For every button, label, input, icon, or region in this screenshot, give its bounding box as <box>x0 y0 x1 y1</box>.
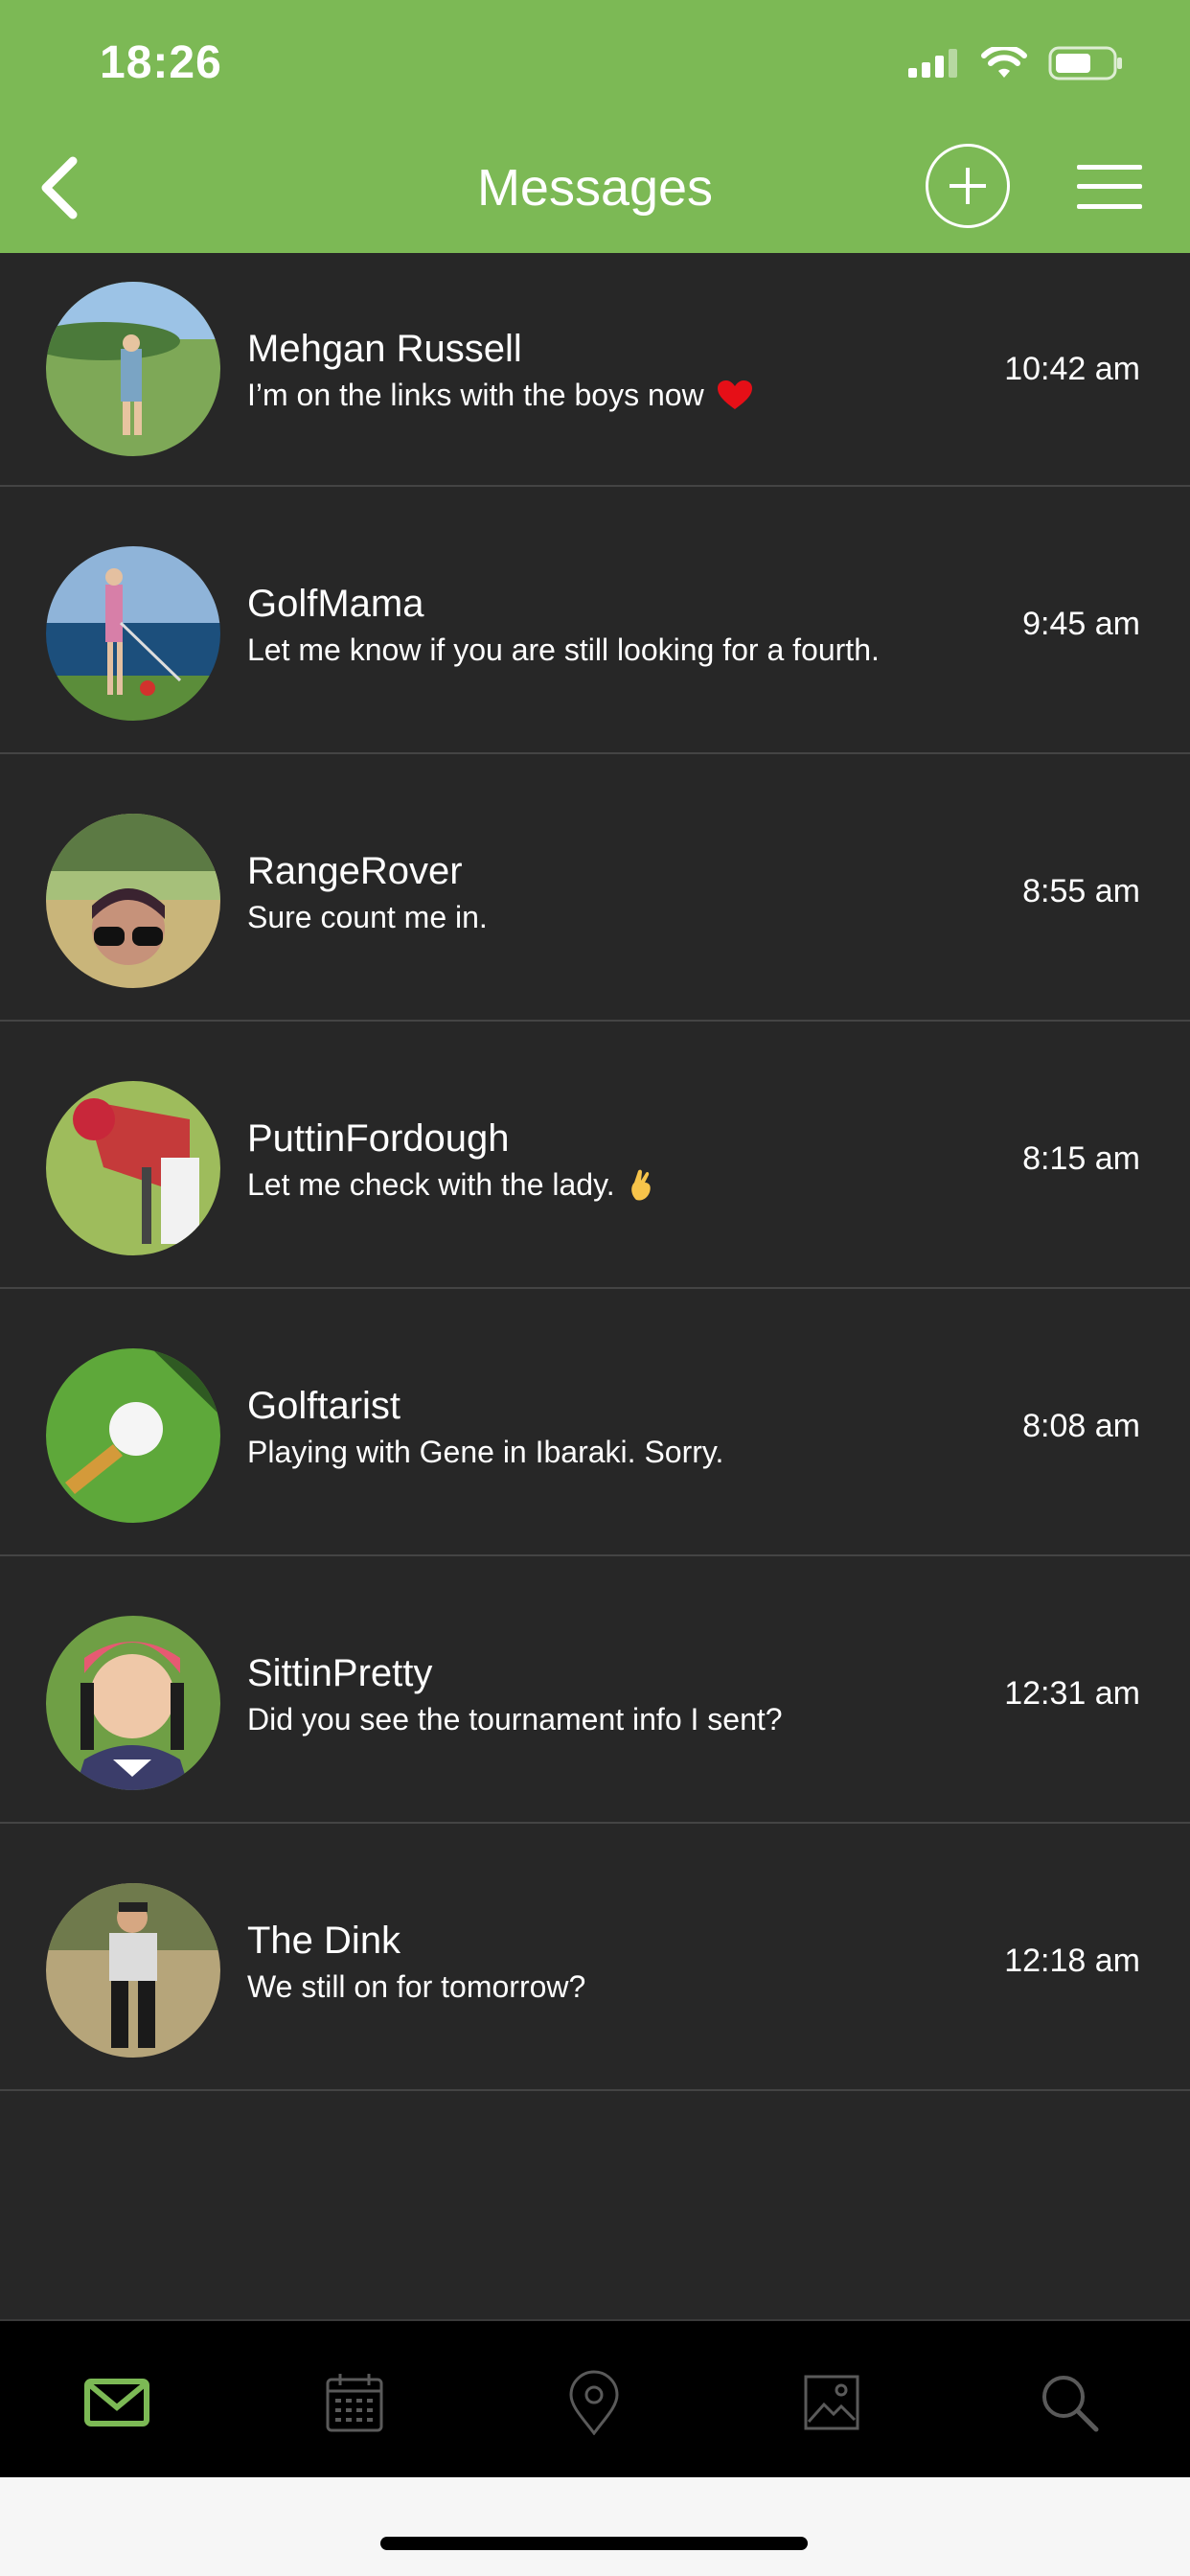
conversation-row[interactable]: GolfMama Let me know if you are still lo… <box>0 487 1190 754</box>
contact-name: RangeRover <box>247 850 463 892</box>
avatar <box>46 1081 220 1255</box>
status-time: 18:26 <box>100 37 222 88</box>
message-time: 9:45 am <box>1022 606 1140 642</box>
new-message-button[interactable] <box>926 144 1010 228</box>
conversation-row[interactable]: SittinPretty Did you see the tournament … <box>0 1556 1190 1824</box>
contact-name: The Dink <box>247 1920 401 1962</box>
message-preview: I’m on the links with the boys now <box>247 378 752 413</box>
tab-locations[interactable] <box>556 2369 632 2436</box>
tab-calendar[interactable] <box>316 2369 393 2436</box>
contact-name: Golftarist <box>247 1385 401 1427</box>
location-pin-icon <box>569 2370 619 2435</box>
menu-button[interactable] <box>1077 165 1142 209</box>
avatar <box>46 814 220 988</box>
status-icons <box>908 46 1123 80</box>
hamburger-icon <box>1077 165 1142 170</box>
contact-name: SittinPretty <box>247 1652 433 1694</box>
contact-name: PuttinFordough <box>247 1117 510 1160</box>
message-time: 12:18 am <box>1004 1943 1140 1979</box>
search-icon <box>1042 2376 1099 2432</box>
tab-photos[interactable] <box>793 2369 870 2436</box>
avatar <box>46 1616 220 1790</box>
wifi-icon <box>981 47 1027 78</box>
tab-messages[interactable] <box>79 2369 155 2436</box>
signal-icon <box>908 49 957 78</box>
battery-icon <box>1048 46 1122 80</box>
message-preview: Let me know if you are still looking for… <box>247 632 880 667</box>
home-indicator-area <box>0 2477 1190 2576</box>
avatar <box>46 546 220 721</box>
image-icon <box>804 2375 859 2430</box>
message-preview: We still on for tomorrow? <box>247 1969 586 2004</box>
page-title: Messages <box>476 159 714 217</box>
conversation-row[interactable]: Mehgan Russell I’m on the links with the… <box>0 253 1190 487</box>
avatar <box>46 1883 220 2058</box>
home-indicator[interactable] <box>380 2537 808 2550</box>
message-time: 12:31 am <box>1004 1675 1140 1712</box>
message-preview: Let me check with the lady. <box>247 1167 655 1203</box>
message-preview: Did you see the tournament info I sent? <box>247 1702 783 1736</box>
conversation-row[interactable]: The Dink We still on for tomorrow? 12:18… <box>0 1824 1190 2091</box>
crossed-fingers-icon <box>630 1169 651 1201</box>
heart-icon <box>717 380 752 409</box>
mail-icon <box>84 2379 149 2426</box>
message-time: 8:55 am <box>1022 873 1140 909</box>
conversation-row[interactable]: PuttinFordough Let me check with the lad… <box>0 1022 1190 1289</box>
avatar <box>46 1348 220 1523</box>
calendar-icon <box>326 2374 383 2432</box>
message-preview: Sure count me in. <box>247 900 488 934</box>
conversation-row[interactable]: Golftarist Playing with Gene in Ibaraki.… <box>0 1289 1190 1556</box>
message-preview: Playing with Gene in Ibaraki. Sorry. <box>247 1435 724 1469</box>
message-time: 8:08 am <box>1022 1408 1140 1444</box>
contact-name: GolfMama <box>247 583 424 625</box>
tab-bar <box>0 2319 1190 2477</box>
conversation-row[interactable]: RangeRover Sure count me in. 8:55 am <box>0 754 1190 1022</box>
avatar <box>46 282 220 456</box>
contact-name: Mehgan Russell <box>247 328 522 370</box>
message-list: Mehgan Russell I’m on the links with the… <box>0 253 1190 2091</box>
message-time: 8:15 am <box>1022 1140 1140 1177</box>
message-time: 10:42 am <box>1004 351 1140 387</box>
app-header: 18:26 Messages <box>0 0 1190 253</box>
tab-search[interactable] <box>1031 2369 1108 2436</box>
